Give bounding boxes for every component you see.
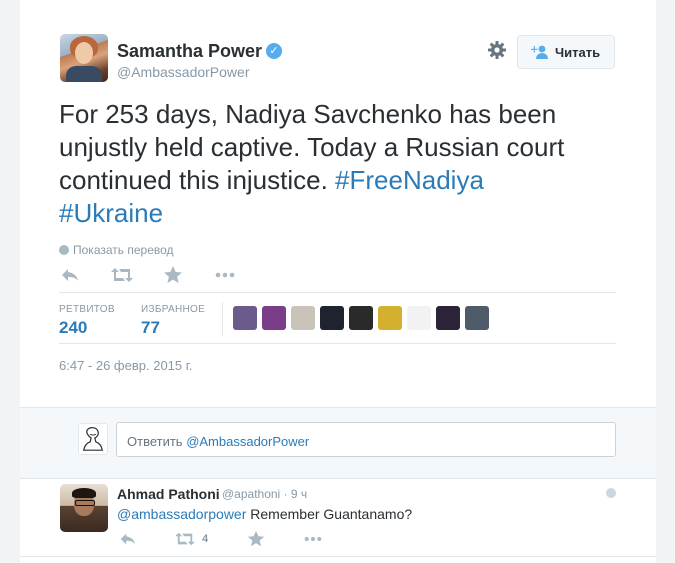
page-background-left	[0, 0, 20, 563]
favoriter-avatar[interactable]	[262, 306, 286, 330]
reply-input[interactable]: Ответить @AmbassadorPower	[116, 422, 616, 457]
reply-mention-link[interactable]: @ambassadorpower	[117, 506, 246, 522]
tweet-text-body: For 253 days, Nadiya Savchenko has been …	[59, 99, 565, 195]
reply-author-avatar[interactable]	[60, 484, 108, 532]
reply-author-handle[interactable]: @apathoni	[222, 487, 280, 501]
retweets-label: РЕТВИТОВ	[59, 304, 115, 315]
favoriter-avatar[interactable]	[291, 306, 315, 330]
reply-author-name[interactable]: Ahmad Pathoni	[117, 486, 220, 502]
globe-icon	[59, 245, 69, 255]
stats-separator	[222, 302, 223, 336]
follow-button[interactable]: Читать	[517, 35, 615, 69]
page-background-right	[656, 0, 675, 563]
hashtag-ukraine-link[interactable]: #Ukraine	[59, 198, 163, 228]
author-name[interactable]: Samantha Power	[117, 41, 262, 62]
avatar-hair	[72, 488, 96, 498]
follow-button-label: Читать	[555, 45, 601, 60]
favoriters-avatars	[233, 306, 489, 330]
reply-favorite-star-icon[interactable]	[247, 530, 265, 548]
avatar-shirt	[66, 66, 102, 82]
author-avatar[interactable]	[60, 34, 108, 82]
avatar-glasses	[75, 500, 95, 506]
favoriter-avatar[interactable]	[407, 306, 431, 330]
favorites-label: ИЗБРАННОЕ	[141, 304, 206, 315]
retweets-count[interactable]: 240	[59, 318, 87, 338]
reply-bottom-divider	[20, 556, 656, 557]
gear-icon[interactable]	[487, 40, 507, 60]
reply-retweet-count: 4	[202, 533, 209, 545]
reply-input-mention: @AmbassadorPower	[186, 434, 310, 449]
tweet-timestamp[interactable]: 6:47 - 26 февр. 2015 г.	[59, 358, 193, 373]
author-handle[interactable]: @AmbassadorPower	[117, 64, 250, 80]
hashtag-freenadiya-link[interactable]: #FreeNadiya	[335, 165, 484, 195]
favoriter-avatar[interactable]	[436, 306, 460, 330]
tweet-text: For 253 days, Nadiya Savchenko has been …	[59, 98, 629, 230]
retweet-icon[interactable]	[110, 265, 134, 285]
favorites-count[interactable]: 77	[141, 318, 160, 338]
favoriter-avatar[interactable]	[233, 306, 257, 330]
favoriter-avatar[interactable]	[465, 306, 489, 330]
favoriter-avatar[interactable]	[320, 306, 344, 330]
reply-input-prefix: Ответить	[127, 434, 187, 449]
show-translation-label: Показать перевод	[73, 243, 174, 257]
reply-icon[interactable]	[60, 265, 80, 285]
verified-badge-icon: ✓	[266, 43, 282, 59]
avatar-face	[75, 42, 93, 64]
reply-reply-icon[interactable]	[119, 530, 137, 548]
stats-top-divider	[59, 292, 616, 293]
follow-person-icon	[531, 45, 548, 59]
stats-bottom-divider	[59, 343, 616, 344]
more-options-icon[interactable]	[214, 265, 236, 285]
reply-text-body: Remember Guantanamo?	[246, 506, 413, 522]
reply-more-options-icon[interactable]	[303, 530, 323, 548]
reply-globe-icon[interactable]	[606, 488, 616, 498]
current-user-avatar[interactable]	[78, 423, 108, 455]
reply-time[interactable]: 9 ч	[291, 487, 307, 501]
favoriter-avatar[interactable]	[378, 306, 402, 330]
show-translation-link[interactable]: Показать перевод	[59, 243, 174, 257]
reply-meta: @apathoni · 9 ч	[222, 487, 308, 501]
reply-text: @ambassadorpower Remember Guantanamo?	[117, 506, 412, 522]
favorite-star-icon[interactable]	[163, 265, 183, 285]
reply-retweet-icon[interactable]	[174, 530, 196, 548]
favoriter-avatar[interactable]	[349, 306, 373, 330]
